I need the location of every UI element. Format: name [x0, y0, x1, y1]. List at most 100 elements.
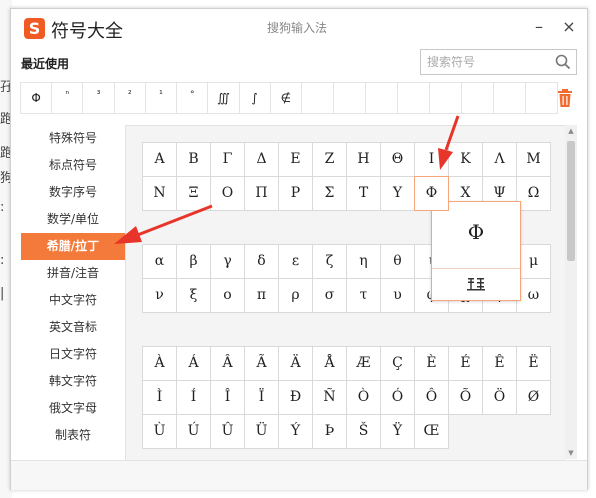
symbol-cell[interactable]: ζ: [312, 244, 347, 279]
title-bar[interactable]: S 符号大全 搜狗输入法 – ×: [11, 9, 587, 45]
symbol-cell[interactable]: Ρ: [278, 176, 313, 211]
recent-symbol[interactable]: ∫: [238, 82, 271, 114]
symbol-cell[interactable]: Þ: [312, 414, 347, 449]
symbol-cell[interactable]: Ε: [278, 142, 313, 177]
symbol-cell[interactable]: Ξ: [176, 176, 211, 211]
symbol-cell[interactable]: τ: [346, 278, 381, 313]
glyph-variant-icon[interactable]: [466, 276, 486, 292]
symbol-cell-highlighted[interactable]: Φ: [414, 176, 449, 211]
minimize-button[interactable]: –: [527, 15, 551, 39]
symbol-cell[interactable]: Š: [346, 414, 381, 449]
symbol-cell[interactable]: ο: [210, 278, 245, 313]
symbol-cell[interactable]: Ζ: [312, 142, 347, 177]
symbol-cell[interactable]: Γ: [210, 142, 245, 177]
search-box[interactable]: [420, 49, 577, 75]
symbol-cell[interactable]: Ú: [176, 414, 211, 449]
symbol-cell[interactable]: η: [346, 244, 381, 279]
symbol-cell[interactable]: Ù: [142, 414, 177, 449]
sidebar-item-punctuation[interactable]: 标点符号: [21, 152, 125, 179]
symbol-cell[interactable]: Ø: [516, 380, 551, 415]
symbol-cell[interactable]: ε: [278, 244, 313, 279]
symbol-cell[interactable]: Ò: [346, 380, 381, 415]
symbol-cell[interactable]: Θ: [380, 142, 415, 177]
recent-symbol[interactable]: ¹: [144, 82, 178, 114]
recent-symbol[interactable]: °: [176, 82, 209, 114]
symbol-cell[interactable]: Ñ: [312, 380, 347, 415]
symbol-cell[interactable]: Ν: [142, 176, 177, 211]
symbol-cell[interactable]: Ë: [516, 346, 551, 381]
symbol-cell[interactable]: À: [142, 346, 177, 381]
sidebar-item-japanese[interactable]: 日文字符: [21, 341, 125, 368]
symbol-cell[interactable]: Π: [244, 176, 279, 211]
symbol-cell[interactable]: γ: [210, 244, 245, 279]
sidebar-item-chinese[interactable]: 中文字符: [21, 287, 125, 314]
sidebar-item-math[interactable]: 数学/单位: [21, 206, 125, 233]
symbol-cell[interactable]: Λ: [482, 142, 517, 177]
scroll-down-icon[interactable]: ▼: [565, 449, 577, 457]
symbol-cell[interactable]: Œ: [414, 414, 449, 449]
close-button[interactable]: ×: [557, 15, 581, 39]
recent-symbol[interactable]: ³: [82, 82, 115, 114]
symbol-cell[interactable]: θ: [380, 244, 415, 279]
sidebar-item-korean[interactable]: 韩文字符: [21, 368, 125, 395]
symbol-cell[interactable]: Á: [176, 346, 211, 381]
symbol-cell[interactable]: Ο: [210, 176, 245, 211]
symbol-cell[interactable]: υ: [380, 278, 415, 313]
sidebar-item-phonetic[interactable]: 英文音标: [21, 314, 125, 341]
sidebar-item-numbers[interactable]: 数字序号: [21, 179, 125, 206]
symbol-cell[interactable]: Ι: [414, 142, 449, 177]
symbol-cell[interactable]: ρ: [278, 278, 313, 313]
symbol-cell[interactable]: Â: [210, 346, 245, 381]
sidebar-item-pinyin[interactable]: 拼音/注音: [21, 260, 125, 287]
symbol-cell[interactable]: Α: [142, 142, 177, 177]
scrollbar-thumb[interactable]: [567, 141, 575, 261]
symbol-cell[interactable]: Η: [346, 142, 381, 177]
symbol-cell[interactable]: β: [176, 244, 211, 279]
symbol-cell[interactable]: μ: [516, 244, 551, 279]
symbol-cell[interactable]: Õ: [448, 380, 483, 415]
scrollbar[interactable]: ▲ ▼: [565, 125, 577, 459]
symbol-cell[interactable]: Û: [210, 414, 245, 449]
symbol-cell[interactable]: Í: [176, 380, 211, 415]
symbol-cell[interactable]: Ÿ: [380, 414, 415, 449]
symbol-cell[interactable]: Μ: [516, 142, 551, 177]
symbol-cell[interactable]: Β: [176, 142, 211, 177]
symbol-cell[interactable]: Κ: [448, 142, 483, 177]
sidebar-item-box-drawing[interactable]: 制表符: [21, 422, 125, 449]
symbol-cell[interactable]: Ä: [278, 346, 313, 381]
symbol-cell[interactable]: È: [414, 346, 449, 381]
scroll-up-icon[interactable]: ▲: [565, 127, 577, 135]
recent-symbol[interactable]: ²: [113, 82, 146, 114]
symbol-cell[interactable]: ξ: [176, 278, 211, 313]
symbol-cell[interactable]: Ô: [414, 380, 449, 415]
sidebar-item-russian[interactable]: 俄文字母: [21, 395, 125, 422]
recent-symbol[interactable]: ∉: [269, 82, 302, 114]
symbol-cell[interactable]: Ó: [380, 380, 415, 415]
symbol-cell[interactable]: Ð: [278, 380, 313, 415]
symbol-cell[interactable]: É: [448, 346, 483, 381]
symbol-cell[interactable]: Ω: [516, 176, 551, 211]
sidebar-item-special[interactable]: 特殊符号: [21, 125, 125, 152]
symbol-cell[interactable]: Δ: [244, 142, 279, 177]
trash-icon[interactable]: [556, 88, 574, 108]
symbol-cell[interactable]: Τ: [346, 176, 381, 211]
symbol-cell[interactable]: Ü: [244, 414, 279, 449]
symbol-cell[interactable]: ω: [516, 278, 551, 313]
symbol-cell[interactable]: Ã: [244, 346, 279, 381]
symbol-cell[interactable]: Ï: [244, 380, 279, 415]
symbol-cell[interactable]: ν: [142, 278, 177, 313]
symbol-cell[interactable]: Å: [312, 346, 347, 381]
recent-symbol[interactable]: ∭: [207, 82, 240, 114]
sidebar-item-greek-latin[interactable]: 希腊/拉丁: [21, 233, 125, 260]
symbol-cell[interactable]: Ì: [142, 380, 177, 415]
symbol-cell[interactable]: α: [142, 244, 177, 279]
recent-symbol[interactable]: Φ: [20, 82, 53, 114]
symbol-cell[interactable]: Ç: [380, 346, 415, 381]
symbol-cell[interactable]: σ: [312, 278, 347, 313]
symbol-cell[interactable]: Ê: [482, 346, 517, 381]
symbol-cell[interactable]: Σ: [312, 176, 347, 211]
search-input[interactable]: [427, 53, 545, 71]
symbol-cell[interactable]: δ: [244, 244, 279, 279]
symbol-cell[interactable]: π: [244, 278, 279, 313]
symbol-cell[interactable]: Ö: [482, 380, 517, 415]
